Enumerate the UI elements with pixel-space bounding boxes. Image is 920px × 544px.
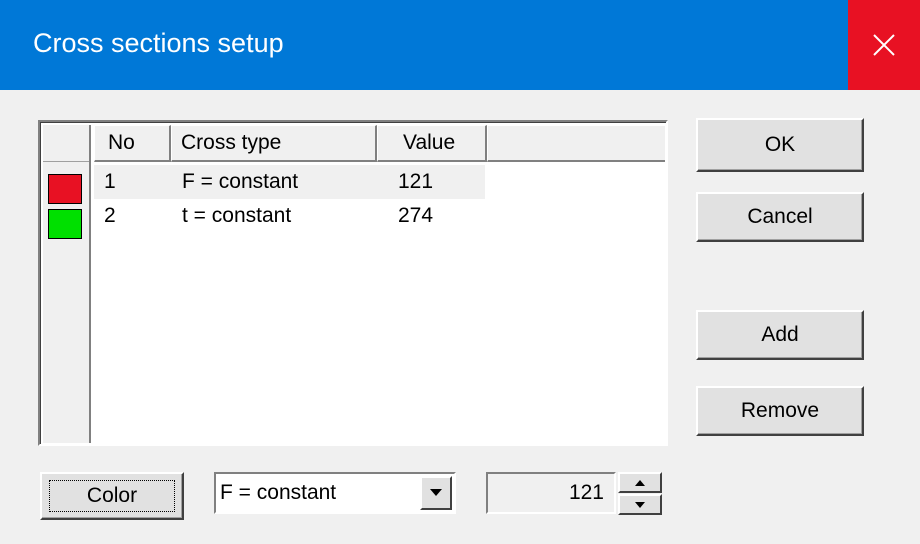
row-2-color-swatch[interactable] <box>48 209 82 239</box>
ok-button[interactable]: OK <box>696 118 864 172</box>
value-input-text: 121 <box>568 481 604 504</box>
row-cross-type: t = constant <box>182 204 292 227</box>
focus-rectangle <box>49 480 175 512</box>
add-button[interactable]: Add <box>696 310 864 360</box>
row-1-color-swatch[interactable] <box>48 174 82 204</box>
column-header-cross-type[interactable]: Cross type <box>171 125 377 162</box>
color-column-header <box>43 125 89 162</box>
column-header-value[interactable]: Value <box>377 125 487 162</box>
list-header: No Cross type Value <box>94 125 665 162</box>
spin-up-button[interactable] <box>618 472 662 493</box>
spin-down-button[interactable] <box>618 494 662 515</box>
row-cross-type: F = constant <box>182 170 299 193</box>
column-cross-type-label: Cross type <box>181 131 282 154</box>
column-header-filler <box>487 125 665 162</box>
column-value-label: Value <box>403 131 456 154</box>
arrow-up-icon <box>635 479 645 486</box>
color-button[interactable]: Color <box>40 472 184 520</box>
close-button[interactable] <box>848 0 920 90</box>
arrow-down-icon <box>635 501 645 508</box>
row-value: 121 <box>398 170 434 193</box>
row-value: 274 <box>398 204 434 227</box>
remove-button[interactable]: Remove <box>696 386 864 436</box>
row-no: 1 <box>104 170 116 193</box>
color-column <box>43 125 91 443</box>
combo-selected-value: F = constant <box>220 481 337 504</box>
title-bar: Cross sections setup <box>0 0 920 90</box>
cross-type-combobox[interactable]: F = constant <box>214 472 456 514</box>
value-input[interactable]: 121 <box>486 472 616 514</box>
table-row[interactable]: 1 F = constant 121 <box>94 165 485 199</box>
table-row[interactable]: 2 t = constant 274 <box>94 199 485 233</box>
combo-dropdown-button[interactable] <box>420 476 452 510</box>
cancel-button[interactable]: Cancel <box>696 192 864 242</box>
cross-sections-list[interactable]: No Cross type Value 1 F = constant 121 2… <box>38 120 668 446</box>
column-header-no[interactable]: No <box>94 125 171 162</box>
row-no: 2 <box>104 204 116 227</box>
chevron-down-icon <box>430 489 442 496</box>
close-icon <box>873 34 895 56</box>
column-no-label: No <box>108 131 135 154</box>
window-title: Cross sections setup <box>33 28 284 58</box>
